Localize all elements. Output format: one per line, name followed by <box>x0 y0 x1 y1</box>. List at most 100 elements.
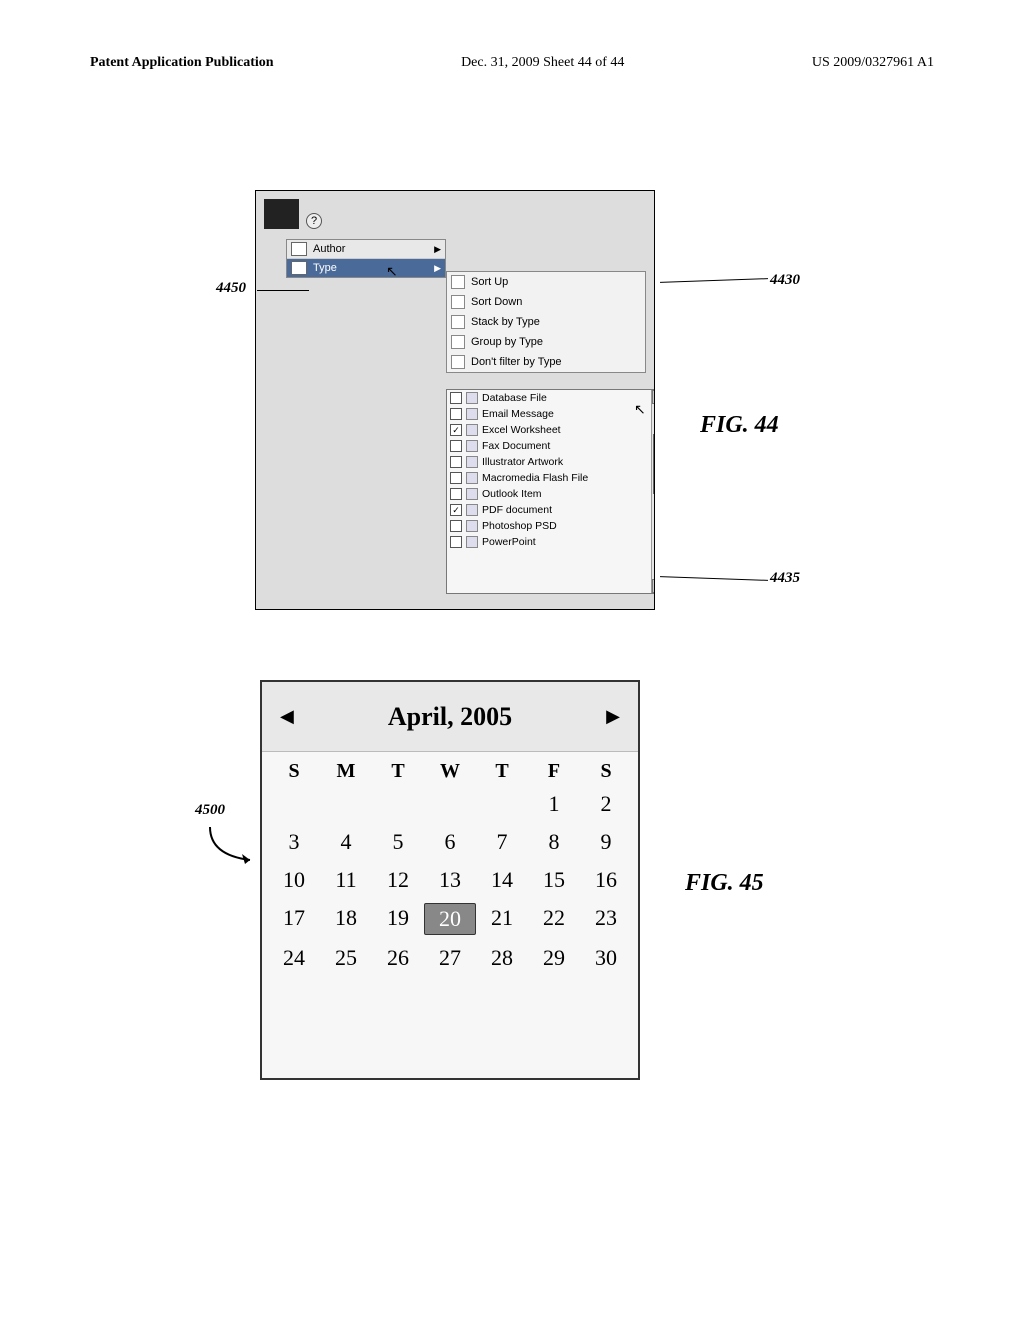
date-cell[interactable]: 24 <box>268 943 320 973</box>
date-cell[interactable]: 11 <box>320 865 372 895</box>
action-icon <box>451 315 465 329</box>
submenu-item[interactable]: Sort Down <box>447 292 645 312</box>
date-cell[interactable]: 7 <box>476 827 528 857</box>
action-icon <box>451 275 465 289</box>
leader-line <box>257 290 309 291</box>
filter-item-label: Macromedia Flash File <box>482 472 588 484</box>
date-cell[interactable]: 17 <box>268 903 320 935</box>
empty-cell <box>372 789 424 819</box>
filetype-icon <box>466 520 478 532</box>
date-cell[interactable]: 5 <box>372 827 424 857</box>
sort-menu-item[interactable]: Author ▶ <box>287 240 445 259</box>
date-cell[interactable]: 20 <box>424 903 476 935</box>
submenu-item[interactable]: Stack by Type <box>447 312 645 332</box>
empty-cell <box>424 789 476 819</box>
checkbox[interactable] <box>450 520 462 532</box>
filetype-icon <box>466 424 478 436</box>
filetype-icon <box>466 536 478 548</box>
prev-month-button[interactable]: ◀ <box>280 706 294 727</box>
filter-item[interactable]: Email Message <box>447 406 651 422</box>
scroll-down-button[interactable]: ▼ <box>652 579 655 593</box>
submenu-arrow-icon: ▶ <box>434 244 441 255</box>
action-icon <box>451 335 465 349</box>
checkbox[interactable]: ✓ <box>450 424 462 436</box>
filetype-icon <box>466 488 478 500</box>
filter-item-label: Illustrator Artwork <box>482 456 563 468</box>
submenu-item-label: Group by Type <box>471 336 543 348</box>
date-cell[interactable]: 27 <box>424 943 476 973</box>
titlebar-stub <box>264 199 299 229</box>
date-cell[interactable]: 25 <box>320 943 372 973</box>
date-cell[interactable]: 30 <box>580 943 632 973</box>
submenu-arrow-icon: ▶ <box>434 263 441 274</box>
filter-item[interactable]: PowerPoint <box>447 534 651 550</box>
submenu-item-label: Don't filter by Type <box>471 356 562 368</box>
filter-item[interactable]: Database File <box>447 390 651 406</box>
submenu-item-label: Stack by Type <box>471 316 540 328</box>
next-month-button[interactable]: ▶ <box>606 706 620 727</box>
date-cell[interactable]: 10 <box>268 865 320 895</box>
help-icon[interactable]: ? <box>306 213 322 229</box>
checkbox[interactable] <box>450 488 462 500</box>
date-cell[interactable]: 1 <box>528 789 580 819</box>
date-cell[interactable]: 6 <box>424 827 476 857</box>
day-header: T <box>372 760 424 783</box>
filter-item[interactable]: Macromedia Flash File <box>447 470 651 486</box>
date-cell[interactable]: 9 <box>580 827 632 857</box>
date-cell[interactable]: 12 <box>372 865 424 895</box>
checkbox[interactable] <box>450 456 462 468</box>
filter-item[interactable]: ✓Excel Worksheet <box>447 422 651 438</box>
submenu-item[interactable]: Group by Type <box>447 332 645 352</box>
checkbox[interactable] <box>450 408 462 420</box>
checkbox[interactable] <box>450 440 462 452</box>
figure-label-44: FIG. 44 <box>700 412 779 439</box>
filetype-icon <box>466 456 478 468</box>
callout-4500: 4500 <box>195 802 225 819</box>
filter-item[interactable]: ✓PDF document <box>447 502 651 518</box>
checkbox[interactable]: ✓ <box>450 504 462 516</box>
date-cell[interactable]: 2 <box>580 789 632 819</box>
date-cell[interactable]: 19 <box>372 903 424 935</box>
date-cell[interactable]: 18 <box>320 903 372 935</box>
date-cell[interactable]: 28 <box>476 943 528 973</box>
date-cell[interactable]: 29 <box>528 943 580 973</box>
calendar-header: ◀ April, 2005 ▶ <box>262 682 638 752</box>
day-header: S <box>268 760 320 783</box>
date-cell[interactable]: 26 <box>372 943 424 973</box>
filter-item[interactable]: Fax Document <box>447 438 651 454</box>
date-cell[interactable]: 8 <box>528 827 580 857</box>
filetype-icon <box>466 472 478 484</box>
filter-item-label: Outlook Item <box>482 488 542 500</box>
date-cell[interactable]: 14 <box>476 865 528 895</box>
submenu-item[interactable]: Don't filter by Type <box>447 352 645 372</box>
checkbox[interactable] <box>450 536 462 548</box>
filter-item-label: Photoshop PSD <box>482 520 557 532</box>
type-filter-list: Database FileEmail Message✓Excel Workshe… <box>446 389 655 594</box>
date-cell[interactable]: 22 <box>528 903 580 935</box>
scroll-thumb[interactable] <box>653 434 655 494</box>
checkbox[interactable] <box>450 392 462 404</box>
filter-item[interactable]: Photoshop PSD <box>447 518 651 534</box>
menu-item-label: Author <box>313 243 345 255</box>
sort-menu-item[interactable]: Type▶ <box>287 259 445 277</box>
date-cell[interactable]: 23 <box>580 903 632 935</box>
submenu-item[interactable]: Sort Up <box>447 272 645 292</box>
filter-item[interactable]: Outlook Item <box>447 486 651 502</box>
date-cell[interactable]: 15 <box>528 865 580 895</box>
date-cell[interactable]: 16 <box>580 865 632 895</box>
type-submenu: Sort UpSort Down Stack by Type Group by Ty… <box>446 271 646 373</box>
page-header: Patent Application Publication Dec. 31, … <box>90 55 934 71</box>
leader-arrow <box>205 825 255 865</box>
filter-item[interactable]: Illustrator Artwork <box>447 454 651 470</box>
checkbox[interactable] <box>450 472 462 484</box>
header-center: Dec. 31, 2009 Sheet 44 of 44 <box>461 55 624 71</box>
date-cell[interactable]: 13 <box>424 865 476 895</box>
date-cell[interactable]: 4 <box>320 827 372 857</box>
day-header: S <box>580 760 632 783</box>
date-cell[interactable]: 3 <box>268 827 320 857</box>
header-left: Patent Application Publication <box>90 55 274 71</box>
scrollbar[interactable]: ▲ ▼ <box>651 390 655 593</box>
date-cell[interactable]: 21 <box>476 903 528 935</box>
scroll-up-button[interactable]: ▲ <box>652 390 655 404</box>
sort-column-menu: Author▶Type▶ <box>286 239 446 278</box>
